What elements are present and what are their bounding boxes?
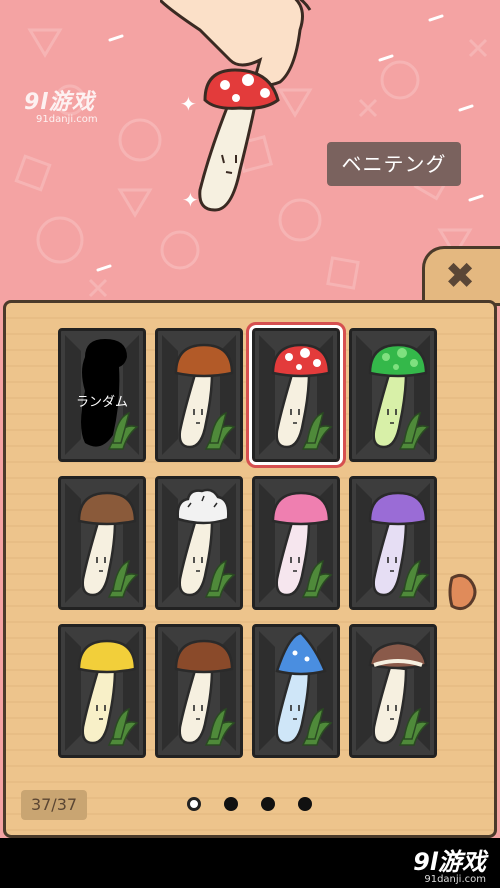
mushroom-icon bbox=[352, 479, 434, 607]
mushroom-icon bbox=[158, 627, 240, 755]
page-dot-3[interactable] bbox=[261, 797, 275, 811]
close-button[interactable]: ✖ bbox=[422, 246, 500, 306]
mushroom-icon bbox=[61, 627, 143, 755]
mushroom-card-white-fluffy[interactable] bbox=[155, 476, 243, 610]
mushroom-card-green[interactable] bbox=[349, 328, 437, 462]
watermark-site: 91danji.com bbox=[36, 114, 98, 125]
watermark-logo: 9l游戏 bbox=[24, 90, 95, 115]
mushroom-card-cream-brown[interactable] bbox=[58, 476, 146, 610]
mushroom-card-yellow[interactable] bbox=[58, 624, 146, 758]
page-dot-4[interactable] bbox=[298, 797, 312, 811]
sparkle-icon: ✦ bbox=[182, 188, 199, 212]
collection-counter: 37/37 bbox=[21, 790, 87, 820]
watermark-logo: 9l游戏 bbox=[413, 848, 486, 876]
mushroom-card-shiitake[interactable] bbox=[155, 624, 243, 758]
mushroom-icon bbox=[352, 627, 434, 755]
mushroom-icon bbox=[255, 479, 337, 607]
mushroom-card-beniteng[interactable] bbox=[249, 325, 343, 465]
mushroom-icon bbox=[158, 479, 240, 607]
watermark-site: 91danji.com bbox=[424, 874, 486, 885]
mushroom-card-random[interactable]: ランダム bbox=[58, 328, 146, 462]
watermark-bottom: 9l游戏 91danji.com bbox=[413, 842, 486, 885]
mushroom-icon bbox=[61, 479, 143, 607]
watermark: 9l游戏 91danji.com bbox=[24, 84, 144, 125]
arrow-right-icon[interactable] bbox=[446, 572, 480, 612]
page-dot-2[interactable] bbox=[224, 797, 238, 811]
mushroom-card-pink[interactable] bbox=[252, 476, 340, 610]
page-indicator bbox=[183, 795, 323, 815]
mushroom-card-blue[interactable] bbox=[252, 624, 340, 758]
mushroom-icon bbox=[352, 331, 434, 459]
mushroom-icon bbox=[255, 627, 337, 755]
sparkle-icon: ✦ bbox=[180, 92, 197, 116]
mushroom-grid: ランダム bbox=[58, 325, 442, 758]
page-dot-1[interactable] bbox=[187, 797, 201, 811]
close-x-icon: ✖ bbox=[445, 256, 476, 297]
mushroom-card-brown[interactable] bbox=[155, 328, 243, 462]
selected-name-label: ベニテング bbox=[327, 142, 461, 186]
mushroom-card-eringi[interactable] bbox=[349, 624, 437, 758]
mushroom-icon bbox=[255, 331, 337, 459]
random-label: ランダム bbox=[75, 395, 128, 410]
mushroom-icon bbox=[158, 331, 240, 459]
game-scene: ✦ ✦ ベニテング 9l游戏 91danji.com ✖ ランダム 37/37 bbox=[0, 0, 500, 838]
mushroom-card-purple[interactable] bbox=[349, 476, 437, 610]
